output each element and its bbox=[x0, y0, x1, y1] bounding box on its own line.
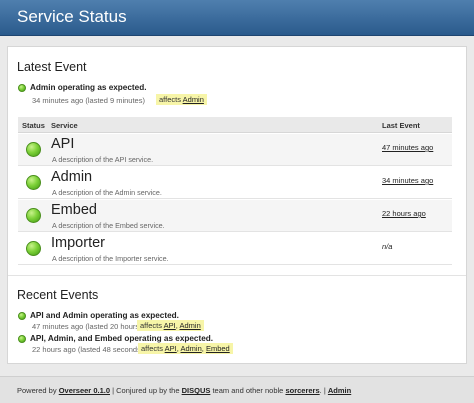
service-description: A description of the Importer service. bbox=[52, 254, 169, 263]
recent-event-title: API and Admin operating as expected. bbox=[30, 311, 179, 320]
service-description: A description of the API service. bbox=[52, 155, 154, 164]
footer-period: . bbox=[319, 386, 322, 395]
service-link-api[interactable]: API bbox=[164, 321, 176, 330]
table-row: API A description of the API service. 47… bbox=[18, 134, 452, 166]
status-ok-icon bbox=[26, 208, 41, 223]
col-last-event: Last Event bbox=[382, 121, 420, 130]
table-header: Status Service Last Event bbox=[18, 117, 452, 133]
service-description: A description of the Embed service. bbox=[52, 221, 165, 230]
latest-event-heading: Latest Event bbox=[17, 60, 87, 74]
recent-event-meta: 47 minutes ago (lasted 20 hours) bbox=[32, 322, 142, 331]
service-name: API bbox=[51, 136, 75, 152]
affects-label: affects bbox=[140, 321, 162, 330]
status-ok-icon bbox=[26, 241, 41, 256]
last-event-text: n/a bbox=[382, 242, 393, 251]
col-status: Status bbox=[22, 121, 45, 130]
service-link-admin[interactable]: Admin bbox=[181, 344, 202, 353]
col-service: Service bbox=[51, 121, 78, 130]
latest-event-title: Admin operating as expected. bbox=[30, 83, 147, 92]
sorcerers-link[interactable]: sorcerers bbox=[285, 386, 319, 395]
section-divider bbox=[8, 275, 466, 276]
overseer-link[interactable]: Overseer 0.1.0 bbox=[59, 386, 110, 395]
admin-link[interactable]: Admin bbox=[328, 386, 351, 395]
footer-separator: | bbox=[323, 386, 326, 395]
status-ok-icon bbox=[26, 142, 41, 157]
footer-line: Powered by Overseer 0.1.0 | Conjured up … bbox=[17, 386, 351, 395]
site-header: Service Status bbox=[0, 0, 474, 36]
disqus-link[interactable]: DISQUS bbox=[182, 386, 211, 395]
recent-affects-badge: affects API, Admin, Embed bbox=[138, 343, 233, 354]
status-ok-icon bbox=[18, 312, 26, 320]
recent-affects-badge: affects API, Admin bbox=[137, 320, 204, 331]
affects-label: affects bbox=[141, 344, 163, 353]
recent-event-title: API, Admin, and Embed operating as expec… bbox=[30, 334, 214, 343]
status-card: Latest Event Admin operating as expected… bbox=[7, 46, 467, 364]
service-name: Importer bbox=[51, 235, 105, 251]
last-event-link[interactable]: 47 minutes ago bbox=[382, 143, 433, 152]
latest-event-meta: 34 minutes ago (lasted 9 minutes) bbox=[32, 96, 145, 105]
table-row: Embed A description of the Embed service… bbox=[18, 200, 452, 232]
status-ok-icon bbox=[26, 175, 41, 190]
service-link-admin[interactable]: Admin bbox=[180, 321, 201, 330]
service-name: Admin bbox=[51, 169, 93, 185]
latest-affects-badge: affects Admin bbox=[156, 94, 207, 105]
last-event-link[interactable]: 22 hours ago bbox=[382, 209, 426, 218]
footer-conjured: | Conjured up by the bbox=[112, 386, 180, 395]
service-description: A description of the Admin service. bbox=[52, 188, 162, 197]
table-row: Admin A description of the Admin service… bbox=[18, 167, 452, 199]
status-ok-icon bbox=[18, 335, 26, 343]
status-ok-icon bbox=[18, 84, 26, 92]
service-link-admin[interactable]: Admin bbox=[183, 95, 204, 104]
service-name: Embed bbox=[51, 202, 97, 218]
affects-label: affects bbox=[159, 95, 181, 104]
footer-team-text: team and other noble bbox=[212, 386, 284, 395]
site-title[interactable]: Service Status bbox=[17, 7, 127, 27]
last-event-link[interactable]: 34 minutes ago bbox=[382, 176, 433, 185]
service-link-api[interactable]: API bbox=[165, 344, 177, 353]
site-footer: Powered by Overseer 0.1.0 | Conjured up … bbox=[0, 376, 474, 403]
footer-powered-by: Powered by bbox=[17, 386, 57, 395]
recent-events-heading: Recent Events bbox=[17, 288, 99, 302]
recent-event-meta: 22 hours ago (lasted 48 seconds) bbox=[32, 345, 144, 354]
table-row: Importer A description of the Importer s… bbox=[18, 233, 452, 265]
service-link-embed[interactable]: Embed bbox=[206, 344, 230, 353]
